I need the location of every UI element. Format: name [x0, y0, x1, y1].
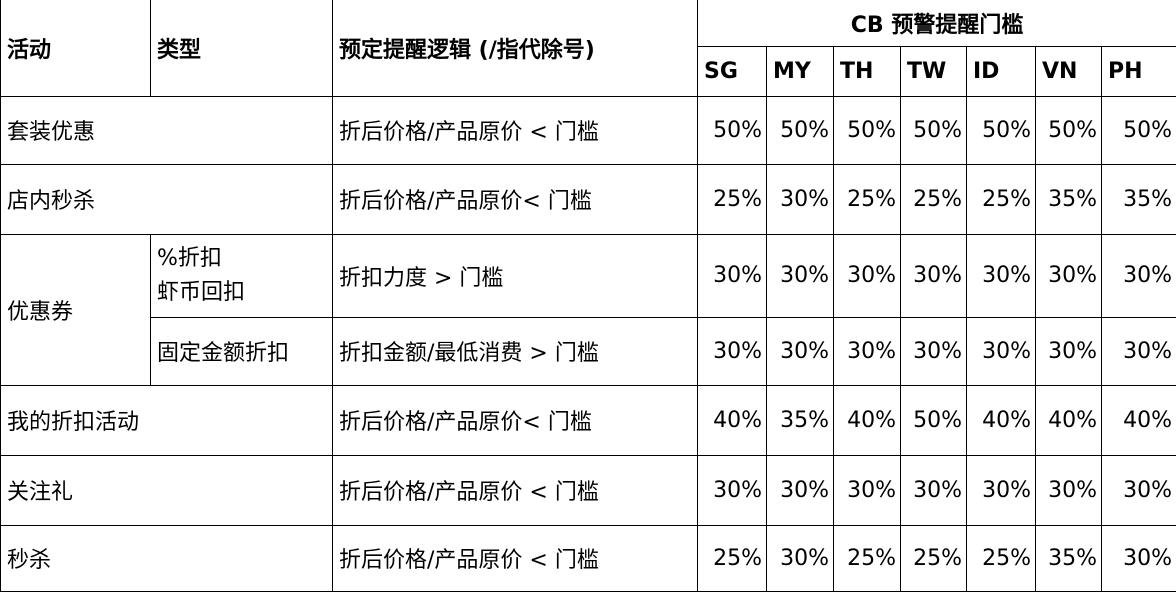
header-country: MY: [766, 45, 834, 97]
value-cell: 30%: [900, 233, 967, 318]
value-cell: 30%: [833, 454, 901, 526]
value-cell: 25%: [697, 524, 767, 592]
type-line: %折扣: [157, 245, 222, 271]
table-row: 固定金额折扣 折扣金额/最低消费 > 门槛 30% 30% 30% 30% 30…: [1, 316, 1176, 386]
value-cell: 25%: [900, 163, 967, 235]
activity-cell: 关注礼: [0, 454, 333, 526]
value-cell: 25%: [833, 524, 901, 592]
logic-cell: 折后价格/产品原价< 门槛: [332, 384, 698, 456]
value-cell: 30%: [766, 524, 834, 592]
value-cell: 25%: [900, 524, 967, 592]
value-cell: 30%: [766, 454, 834, 526]
value-cell: 30%: [966, 454, 1036, 526]
value-cell: 35%: [1035, 524, 1102, 592]
cb-threshold-table: 活动 类型 预定提醒逻辑 (/指代除号) CB 预警提醒门槛 SG MY TH …: [0, 0, 1176, 592]
table-row: 秒杀 折后价格/产品原价 < 门槛 25% 30% 25% 25% 25% 35…: [0, 524, 1176, 592]
activity-cell: 套装优惠: [0, 95, 333, 165]
logic-cell: 折后价格/产品原价< 门槛: [332, 163, 698, 235]
value-cell: 30%: [1035, 233, 1102, 318]
value-cell: 25%: [966, 524, 1036, 592]
header-country: TW: [900, 45, 967, 97]
table-row: 套装优惠 折后价格/产品原价 < 门槛 50% 50% 50% 50% 50% …: [0, 95, 1176, 165]
value-cell: 30%: [1100, 454, 1176, 526]
value-cell: 25%: [697, 163, 767, 235]
table-row: 我的折扣活动 折后价格/产品原价< 门槛 40% 35% 40% 50% 40%…: [0, 384, 1176, 456]
logic-cell: 折扣金额/最低消费 > 门槛: [332, 316, 698, 386]
activity-cell: 我的折扣活动: [0, 384, 333, 456]
type-cell: 固定金额折扣: [150, 316, 333, 386]
type-line: 虾币回扣: [157, 279, 246, 305]
header-country: ID: [966, 45, 1036, 97]
value-cell: 50%: [1035, 95, 1102, 165]
value-cell: 30%: [766, 316, 834, 386]
header-country: SG: [697, 45, 767, 97]
value-cell: 30%: [766, 233, 834, 318]
value-cell: 30%: [1035, 316, 1102, 386]
value-cell: 30%: [766, 163, 834, 235]
activity-cell: 店内秒杀: [0, 163, 333, 235]
header-country: VN: [1035, 45, 1102, 97]
table-row: 店内秒杀 折后价格/产品原价< 门槛 25% 30% 25% 25% 25% 3…: [0, 163, 1176, 235]
value-cell: 40%: [833, 384, 901, 456]
value-cell: 30%: [966, 233, 1036, 318]
value-cell: 30%: [1035, 454, 1102, 526]
value-cell: 30%: [1100, 233, 1176, 318]
value-cell: 50%: [966, 95, 1036, 165]
table-row: 优惠券 %折扣 虾币回扣 折扣力度 > 门槛 30% 30% 30% 30% 3…: [0, 233, 1176, 386]
value-cell: 30%: [1100, 316, 1176, 386]
value-cell: 30%: [1100, 524, 1176, 592]
activity-cell: 优惠券: [0, 233, 151, 386]
value-cell: 30%: [697, 316, 767, 386]
value-cell: 30%: [697, 233, 767, 318]
value-cell: 50%: [900, 95, 967, 165]
type-cell: %折扣 虾币回扣: [150, 233, 333, 318]
header-country: PH: [1100, 45, 1176, 97]
value-cell: 35%: [766, 384, 834, 456]
value-cell: 30%: [966, 316, 1036, 386]
header-cb-threshold: CB 预警提醒门槛: [696, 0, 1176, 47]
header-logic: 预定提醒逻辑 (/指代除号): [332, 0, 698, 97]
value-cell: 30%: [697, 454, 767, 526]
value-cell: 25%: [833, 163, 901, 235]
value-cell: 50%: [900, 384, 967, 456]
value-cell: 50%: [1100, 95, 1176, 165]
activity-cell: 秒杀: [0, 524, 333, 592]
value-cell: 30%: [833, 233, 901, 318]
table-row: 关注礼 折后价格/产品原价 < 门槛 30% 30% 30% 30% 30% 3…: [0, 454, 1176, 526]
value-cell: 40%: [1035, 384, 1102, 456]
value-cell: 40%: [697, 384, 767, 456]
value-cell: 50%: [697, 95, 767, 165]
value-cell: 35%: [1035, 163, 1102, 235]
value-cell: 35%: [1100, 163, 1176, 235]
logic-cell: 折后价格/产品原价 < 门槛: [332, 524, 698, 592]
logic-cell: 折扣力度 > 门槛: [332, 233, 698, 318]
value-cell: 40%: [966, 384, 1036, 456]
header-row-1: 活动 类型 预定提醒逻辑 (/指代除号) CB 预警提醒门槛: [0, 0, 1176, 97]
value-cell: 40%: [1100, 384, 1176, 456]
value-cell: 30%: [833, 316, 901, 386]
header-activity: 活动: [0, 0, 151, 97]
value-cell: 50%: [833, 95, 901, 165]
header-type: 类型: [150, 0, 333, 97]
logic-cell: 折后价格/产品原价 < 门槛: [332, 454, 698, 526]
header-country: TH: [833, 45, 901, 97]
value-cell: 50%: [766, 95, 834, 165]
value-cell: 25%: [966, 163, 1036, 235]
value-cell: 30%: [900, 316, 967, 386]
logic-cell: 折后价格/产品原价 < 门槛: [332, 95, 698, 165]
value-cell: 30%: [900, 454, 967, 526]
